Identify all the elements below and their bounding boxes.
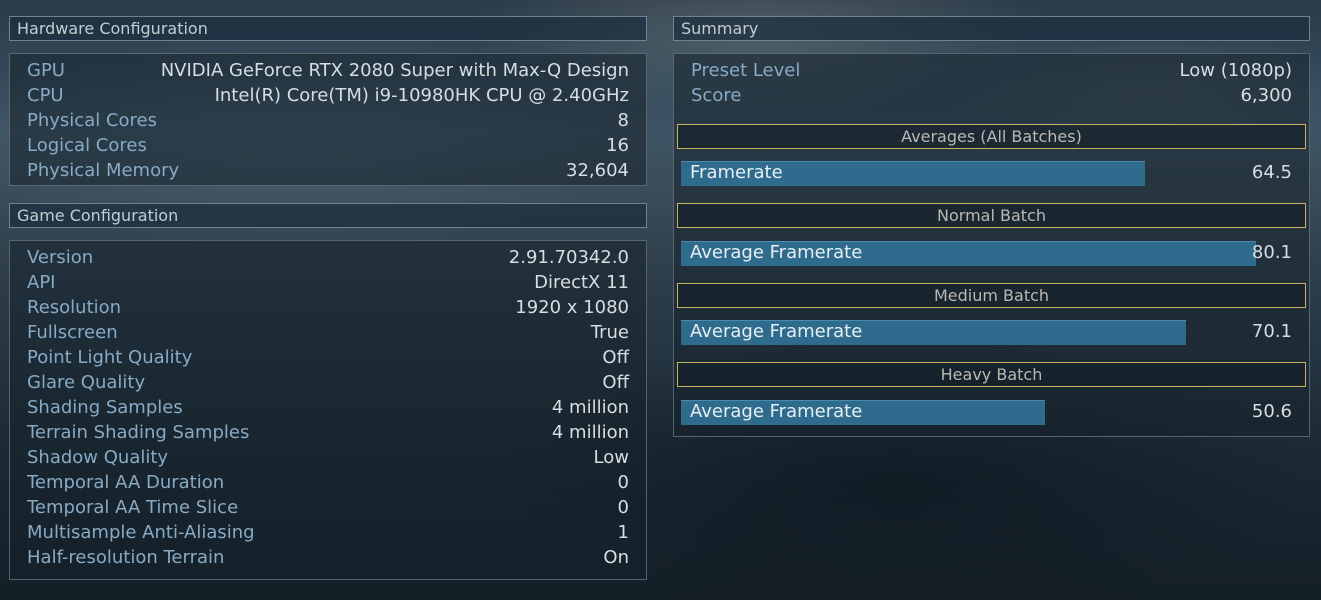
row-value: 1920 x 1080 [515, 297, 629, 318]
game-row-terrain-shading-samples: Terrain Shading Samples 4 million [10, 420, 646, 445]
row-value: Low [593, 447, 629, 468]
row-value: 16 [606, 135, 629, 156]
bar-label: Average Framerate [690, 401, 863, 422]
row-label: Shading Samples [27, 397, 183, 418]
row-label: Temporal AA Duration [27, 472, 225, 493]
row-label: Resolution [27, 297, 122, 318]
row-label: Point Light Quality [27, 347, 193, 368]
batch-title-averages: Averages (All Batches) [677, 124, 1306, 149]
batch-title-text: Normal Batch [937, 206, 1046, 225]
row-value: 2.91.70342.0 [508, 247, 629, 268]
summary-title: Summary [681, 19, 759, 38]
bar-track: Framerate [681, 161, 1256, 186]
hardware-row-cpu: CPU Intel(R) Core(TM) i9-10980HK CPU @ 2… [10, 83, 646, 108]
batch-title-text: Heavy Batch [940, 365, 1043, 384]
game-row-shadow-quality: Shadow Quality Low [10, 445, 646, 470]
game-row-half-resolution-terrain: Half-resolution Terrain On [10, 545, 646, 570]
row-value: 1 [617, 522, 629, 543]
row-label: GPU [27, 60, 65, 81]
bar-label: Average Framerate [690, 321, 863, 342]
game-config-header: Game Configuration [9, 203, 647, 228]
row-label: Glare Quality [27, 372, 146, 393]
hardware-row-physical-memory: Physical Memory 32,604 [10, 158, 646, 183]
game-row-shading-samples: Shading Samples 4 million [10, 395, 646, 420]
summary-header: Summary [673, 16, 1310, 41]
hardware-row-physical-cores: Physical Cores 8 [10, 108, 646, 133]
row-label: Preset Level [691, 60, 801, 81]
row-value: 0 [617, 497, 629, 518]
panel-top-line [674, 53, 1309, 54]
batch-title-text: Averages (All Batches) [901, 127, 1082, 146]
bar-row-medium: Average Framerate 70.1 [681, 320, 1292, 345]
bar-value: 64.5 [1251, 162, 1292, 183]
row-label: Temporal AA Time Slice [27, 497, 239, 518]
panel-top-line [10, 53, 646, 54]
row-value: 6,300 [1240, 85, 1292, 106]
bar-label: Average Framerate [690, 242, 863, 263]
row-value: Off [602, 347, 629, 368]
bar-row-averages: Framerate 64.5 [681, 161, 1292, 186]
batch-title-text: Medium Batch [933, 286, 1050, 305]
row-label: Fullscreen [27, 322, 118, 343]
row-label: API [27, 272, 56, 293]
hardware-config-title: Hardware Configuration [17, 19, 208, 38]
batch-title-medium: Medium Batch [677, 283, 1306, 308]
row-label: Multisample Anti-Aliasing [27, 522, 255, 543]
panel-top-line [10, 240, 646, 241]
game-config-panel: Version 2.91.70342.0 API DirectX 11 Reso… [9, 240, 647, 580]
bar-track: Average Framerate [681, 320, 1256, 345]
game-row-msaa: Multisample Anti-Aliasing 1 [10, 520, 646, 545]
row-label: Version [27, 247, 94, 268]
row-label: Terrain Shading Samples [27, 422, 250, 443]
summary-row-score: Score 6,300 [674, 83, 1309, 108]
row-value: True [590, 322, 629, 343]
bar-track: Average Framerate [681, 400, 1256, 425]
game-row-resolution: Resolution 1920 x 1080 [10, 295, 646, 320]
row-value: 4 million [551, 397, 629, 418]
row-label: Physical Cores [27, 110, 157, 131]
batch-title-heavy: Heavy Batch [677, 362, 1306, 387]
row-value: On [603, 547, 629, 568]
row-label: Logical Cores [27, 135, 147, 156]
bar-value: 70.1 [1251, 321, 1292, 342]
batch-title-normal: Normal Batch [677, 203, 1306, 228]
game-config-title: Game Configuration [17, 206, 179, 225]
row-value: 32,604 [566, 160, 629, 181]
bar-track: Average Framerate [681, 241, 1256, 266]
bar-row-normal: Average Framerate 80.1 [681, 241, 1292, 266]
row-label: Half-resolution Terrain [27, 547, 225, 568]
game-row-api: API DirectX 11 [10, 270, 646, 295]
row-value: DirectX 11 [534, 272, 629, 293]
row-value: Intel(R) Core(TM) i9-10980HK CPU @ 2.40G… [214, 85, 629, 106]
game-row-fullscreen: Fullscreen True [10, 320, 646, 345]
row-label: CPU [27, 85, 64, 106]
summary-row-preset-level: Preset Level Low (1080p) [674, 58, 1309, 83]
hardware-config-header: Hardware Configuration [9, 16, 647, 41]
row-value: 0 [617, 472, 629, 493]
game-row-point-light-quality: Point Light Quality Off [10, 345, 646, 370]
bar-value: 80.1 [1251, 242, 1292, 263]
game-row-version: Version 2.91.70342.0 [10, 245, 646, 270]
row-label: Score [691, 85, 742, 106]
bar-row-heavy: Average Framerate 50.6 [681, 400, 1292, 425]
row-value: NVIDIA GeForce RTX 2080 Super with Max-Q… [160, 60, 629, 81]
row-label: Physical Memory [27, 160, 180, 181]
game-row-temporal-aa-duration: Temporal AA Duration 0 [10, 470, 646, 495]
row-value: Low (1080p) [1179, 60, 1292, 81]
row-value: 4 million [551, 422, 629, 443]
hardware-config-panel: GPU NVIDIA GeForce RTX 2080 Super with M… [9, 53, 647, 186]
game-row-temporal-aa-time-slice: Temporal AA Time Slice 0 [10, 495, 646, 520]
hardware-row-logical-cores: Logical Cores 16 [10, 133, 646, 158]
hardware-row-gpu: GPU NVIDIA GeForce RTX 2080 Super with M… [10, 58, 646, 83]
bar-value: 50.6 [1251, 401, 1292, 422]
row-value: Off [602, 372, 629, 393]
row-value: 8 [617, 110, 629, 131]
bar-label: Framerate [690, 162, 783, 183]
row-label: Shadow Quality [27, 447, 169, 468]
game-row-glare-quality: Glare Quality Off [10, 370, 646, 395]
